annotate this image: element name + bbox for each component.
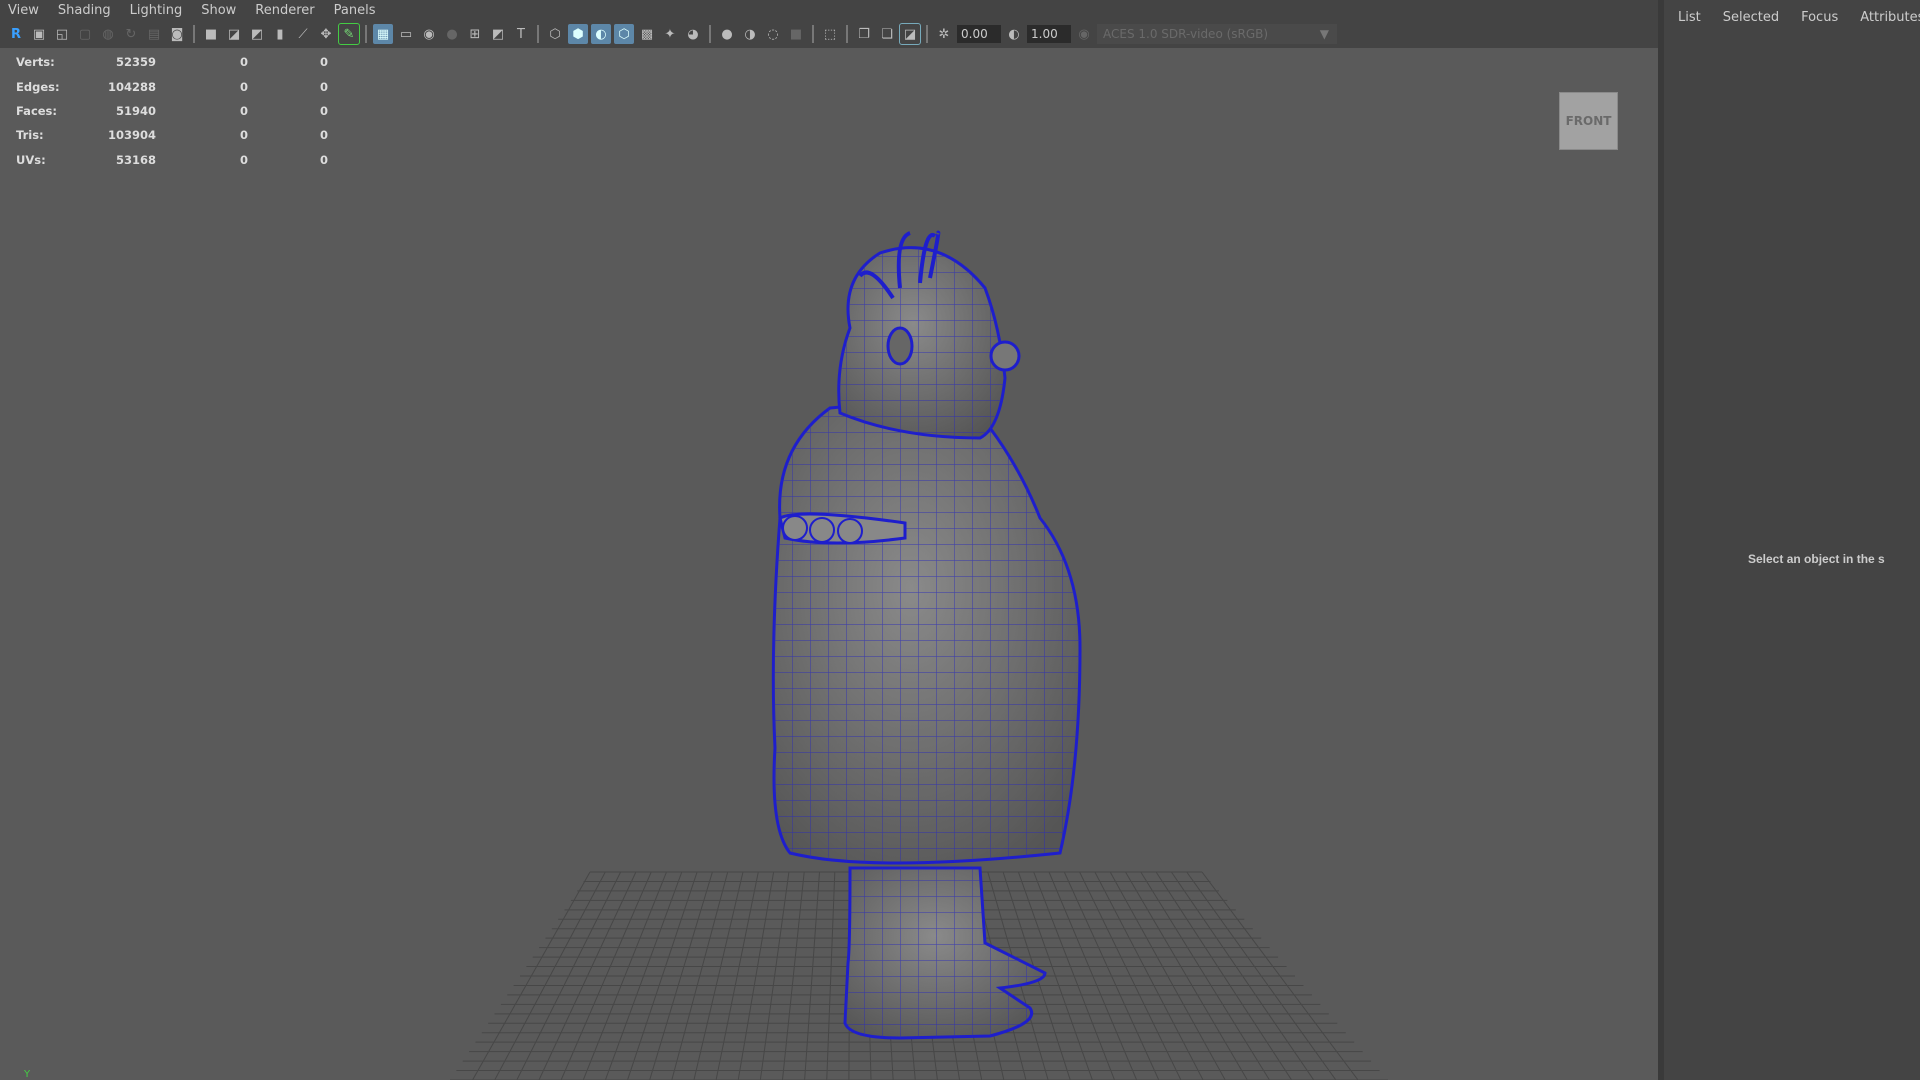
refresh-icon[interactable]: ↻ (121, 24, 141, 44)
3d-viewport[interactable]: Verts: 52359 0 0 Edges: 104288 0 0 Faces: 51940 0 0… (0, 48, 1658, 1080)
gamma-icon: ◐ (1008, 26, 1020, 42)
tab-focus[interactable]: Focus (1801, 10, 1838, 25)
viewcube-front[interactable]: FRONT (1559, 92, 1618, 150)
textured-icon[interactable]: ▩ (637, 24, 657, 44)
safe-title-icon[interactable]: T (511, 24, 531, 44)
film-gate-icon[interactable]: ▭ (396, 24, 416, 44)
toolbar-separator (926, 25, 928, 43)
stat-b: 0 (319, 55, 328, 70)
gamma-field[interactable]: 1.00 (1027, 25, 1071, 43)
stat-a: 0 (239, 79, 248, 94)
exposure-icon[interactable]: ✲ (934, 24, 954, 44)
motion-blur-icon[interactable]: ◑ (740, 24, 760, 44)
tab-selected[interactable]: Selected (1723, 10, 1779, 25)
stat-row: UVs: 53168 0 0 (16, 148, 328, 172)
smooth-shade-icon[interactable]: ⬢ (568, 24, 588, 44)
image-plane-icon[interactable]: ◍ (98, 24, 118, 44)
stat-label: Verts: (16, 55, 55, 70)
stat-a: 0 (239, 152, 248, 167)
lock-camera-icon[interactable]: ▣ (29, 24, 49, 44)
ambient-occlusion-icon[interactable]: ● (717, 24, 737, 44)
snapshot-icon[interactable]: ◙ (167, 24, 187, 44)
bookmark-flag-icon[interactable]: ▮ (270, 24, 290, 44)
stat-a: 0 (239, 103, 248, 118)
xray-joints-icon[interactable]: ❏ (877, 24, 897, 44)
anti-aliasing-icon[interactable]: ◌ (763, 24, 783, 44)
menu-show[interactable]: Show (201, 3, 236, 18)
stat-row: Tris: 103904 0 0 (16, 123, 328, 147)
gate-mask-icon[interactable]: ● (442, 24, 462, 44)
stat-b: 0 (319, 103, 328, 118)
camera-settings-icon[interactable]: ◩ (247, 24, 267, 44)
color-space-dropdown[interactable]: ACES 1.0 SDR-video (sRGB) ▼ (1097, 24, 1337, 44)
toolbar-separator (846, 25, 848, 43)
shadows-icon[interactable]: ◕ (683, 24, 703, 44)
lock-camera-icon-2[interactable]: ◪ (224, 24, 244, 44)
wireframe-on-shaded-icon[interactable]: ⬡ (614, 24, 634, 44)
stat-label: Tris: (16, 128, 44, 143)
toolbar-separator (812, 25, 814, 43)
empty-selection-hint: Select an object in the s (1748, 552, 1885, 566)
menu-lighting[interactable]: Lighting (130, 3, 183, 18)
xray-icon[interactable]: ❐ (854, 24, 874, 44)
menu-view[interactable]: View (8, 3, 39, 18)
menu-panels[interactable]: Panels (334, 3, 376, 18)
toolbar-separator (365, 25, 367, 43)
stat-value: 103904 (107, 128, 156, 143)
toolbar-separator (537, 25, 539, 43)
2d-pan-zoom-icon[interactable]: ⟋ (293, 24, 313, 44)
exposure-field[interactable]: 0.00 (957, 25, 1001, 43)
stat-value: 52359 (115, 55, 156, 70)
stat-a: 0 (239, 128, 248, 143)
default-material-icon[interactable]: ◐ (591, 24, 611, 44)
bookmark-icon[interactable]: ▢ (75, 24, 95, 44)
stat-b: 0 (319, 152, 328, 167)
camera-icon[interactable]: ■ (201, 24, 221, 44)
heads-up-poly-count: Verts: 52359 0 0 Edges: 104288 0 0 Faces: 51940 0 0… (16, 50, 328, 172)
stat-row: Edges: 104288 0 0 (16, 74, 328, 98)
stat-row: Faces: 51940 0 0 (16, 99, 328, 123)
grease-pencil-tool-icon[interactable]: ✎ (338, 23, 360, 45)
grid-icon[interactable]: ▦ (373, 24, 393, 44)
panel-toolbar: R ▣ ◱ ▢ ◍ ↻ ▤ ◙ ■ ◪ ◩ ▮ ⟋ ✥ ✎ ▦ ▭ ◉ ● ⊞ ◩ T ⬡ ⬢ ◐ ⬡ ▩ ✦ ◕ ● ◑ ◌ ■ ⬚ ❐ ❏ ◪ ✲ 0.… (0, 20, 1658, 48)
attribute-editor-panel: List Selected Focus Attributes Select an… (1664, 0, 1920, 1080)
stat-a: 0 (239, 55, 248, 70)
stat-label: Edges: (16, 79, 60, 94)
resolution-gate-icon[interactable]: ◉ (419, 24, 439, 44)
menu-shading[interactable]: Shading (58, 3, 111, 18)
tab-attributes[interactable]: Attributes (1860, 10, 1920, 25)
chevron-down-icon: ▼ (1319, 27, 1329, 41)
wireframe-icon[interactable]: ⬡ (545, 24, 565, 44)
stat-label: UVs: (16, 152, 46, 167)
viewport-menu-bar: View Shading Lighting Show Renderer Pane… (0, 0, 1658, 20)
grease-pencil-icon[interactable]: ▤ (144, 24, 164, 44)
toolbar-separator (193, 25, 195, 43)
stat-value: 53168 (115, 152, 156, 167)
stat-value: 51940 (115, 103, 156, 118)
scene (450, 230, 1388, 1080)
field-chart-icon[interactable]: ⊞ (465, 24, 485, 44)
stat-value: 104288 (107, 79, 156, 94)
depth-of-field-icon[interactable]: ■ (786, 24, 806, 44)
menu-renderer[interactable]: Renderer (255, 3, 314, 18)
isolate-select-icon[interactable]: ⬚ (820, 24, 840, 44)
lights-icon[interactable]: ✦ (660, 24, 680, 44)
stat-b: 0 (319, 128, 328, 143)
toolbar-separator (709, 25, 711, 43)
select-camera-icon[interactable]: R (6, 24, 26, 44)
pan-zoom-icon[interactable]: ✥ (316, 24, 336, 44)
stat-row: Verts: 52359 0 0 (16, 50, 328, 74)
safe-action-icon[interactable]: ◩ (488, 24, 508, 44)
color-space-label: ACES 1.0 SDR-video (sRGB) (1103, 27, 1269, 41)
camera-attributes-icon[interactable]: ◱ (52, 24, 72, 44)
color-management-icon[interactable]: ◉ (1074, 24, 1094, 44)
xray-active-components-icon[interactable]: ◪ (899, 23, 921, 45)
stat-b: 0 (319, 79, 328, 94)
tab-list[interactable]: List (1678, 10, 1701, 25)
stat-label: Faces: (16, 103, 58, 118)
axis-indicator: Y (24, 1069, 31, 1080)
